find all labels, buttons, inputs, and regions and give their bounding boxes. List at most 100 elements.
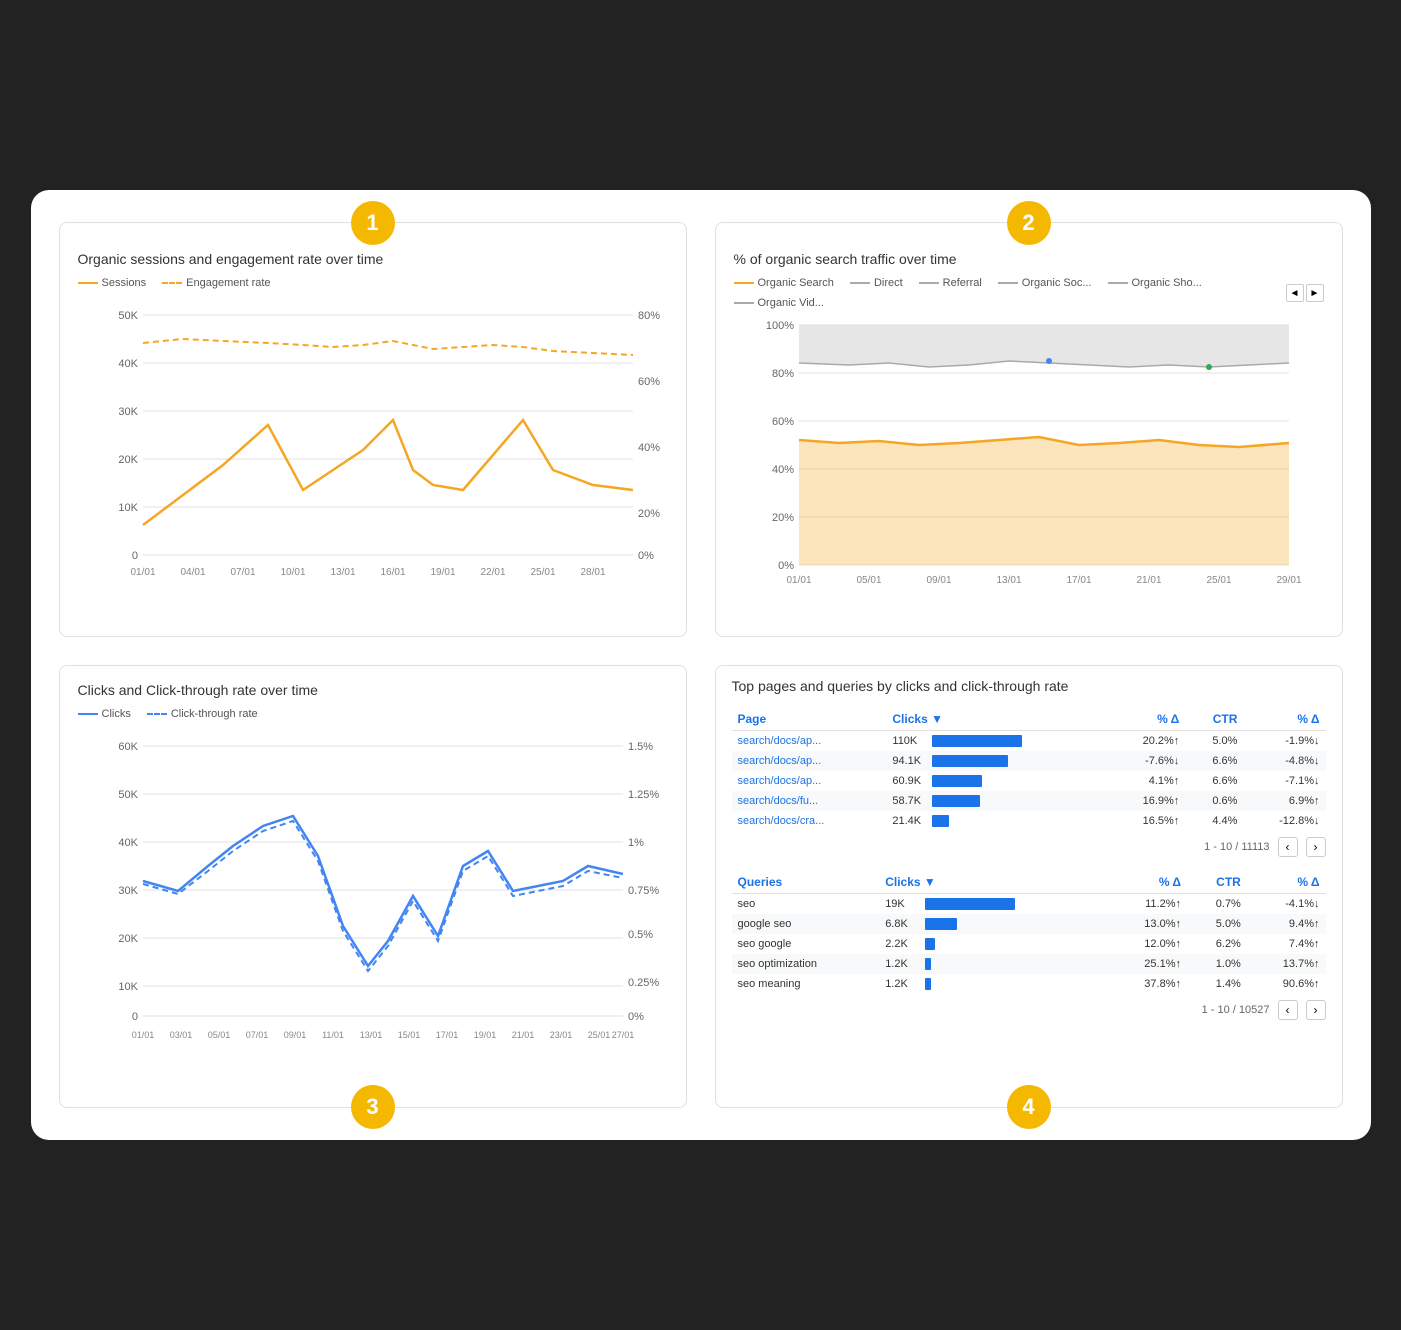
query-cell: google seo <box>732 914 880 934</box>
ctr-cell: 1.0% <box>1187 954 1247 974</box>
legend-clicks-label: Clicks <box>102 708 131 720</box>
svg-text:80%: 80% <box>638 310 660 322</box>
badge-2: 2 <box>1007 201 1051 245</box>
svg-text:0%: 0% <box>638 550 654 562</box>
svg-text:09/01: 09/01 <box>926 575 951 586</box>
organic-search-icon <box>734 282 754 284</box>
table-row: seo google 2.2K 12.0%↑ 6.2% 7.4%↑ <box>732 934 1326 954</box>
svg-text:1.5%: 1.5% <box>628 741 653 753</box>
ctr-cell: 6.6% <box>1185 751 1243 771</box>
svg-text:13/01: 13/01 <box>359 1030 382 1040</box>
legend-organic-search-label: Organic Search <box>758 277 834 289</box>
svg-text:04/01: 04/01 <box>180 567 205 578</box>
direct-icon <box>850 282 870 284</box>
legend-clicks: Clicks <box>78 708 131 720</box>
pct-delta-cell: -7.6%↓ <box>1109 751 1185 771</box>
svg-text:13/01: 13/01 <box>996 575 1021 586</box>
queries-prev-button[interactable]: ‹ <box>1278 1000 1298 1020</box>
ctr-cell: 6.6% <box>1185 771 1243 791</box>
ctr-delta-cell: -1.9%↓ <box>1243 731 1325 752</box>
card-3-legend: Clicks Click-through rate <box>78 708 668 720</box>
svg-text:27/01: 27/01 <box>611 1030 634 1040</box>
clicks-cell: 6.8K <box>879 914 1108 934</box>
ctr-delta-cell: -12.8%↓ <box>1243 811 1325 831</box>
chart-1-svg: 50K 40K 30K 20K 10K 0 80% 60% 40% 20% 0% <box>78 295 668 615</box>
clicks-cell: 2.2K <box>879 934 1108 954</box>
svg-text:21/01: 21/01 <box>1136 575 1161 586</box>
svg-text:10K: 10K <box>118 981 138 993</box>
pages-table: Page Clicks ▼ % Δ CTR % Δ search/docs/ap… <box>732 708 1326 831</box>
page-cell: search/docs/fu... <box>732 791 887 811</box>
pages-pagination: 1 - 10 / 11113 ‹ › <box>732 837 1326 857</box>
svg-text:22/01: 22/01 <box>480 567 505 578</box>
ctr-cell: 1.4% <box>1187 974 1247 994</box>
svg-text:11/01: 11/01 <box>322 1030 344 1040</box>
pages-col-clicks[interactable]: Clicks ▼ <box>886 708 1109 731</box>
legend-organic-soc: Organic Soc... <box>998 277 1092 289</box>
legend-organic-sho: Organic Sho... <box>1108 277 1202 289</box>
svg-text:0%: 0% <box>628 1011 644 1023</box>
legend-direct: Direct <box>850 277 903 289</box>
clicks-cell: 94.1K <box>886 751 1109 771</box>
card-2: 2 % of organic search traffic over time … <box>715 222 1343 637</box>
svg-text:0%: 0% <box>778 560 794 572</box>
page-cell: search/docs/ap... <box>732 751 887 771</box>
ctr-cell: 5.0% <box>1185 731 1243 752</box>
pages-prev-button[interactable]: ‹ <box>1278 837 1298 857</box>
query-cell: seo meaning <box>732 974 880 994</box>
chart-2-svg: 100% 80% 60% 40% 20% 0% 01/01 0 <box>734 315 1324 615</box>
table-row: search/docs/ap... 60.9K 4.1%↑ 6.6% -7.1%… <box>732 771 1326 791</box>
badge-1: 1 <box>351 201 395 245</box>
svg-text:16/01: 16/01 <box>380 567 405 578</box>
card-1: 1 Organic sessions and engagement rate o… <box>59 222 687 637</box>
ctr-delta-cell: 9.4%↑ <box>1247 914 1326 934</box>
legend-referral: Referral <box>919 277 982 289</box>
card-2-legend: Organic Search Direct Referral Organic S… <box>734 277 1286 309</box>
queries-col-clicks[interactable]: Clicks ▼ <box>879 871 1108 894</box>
ctr-cell: 4.4% <box>1185 811 1243 831</box>
card-3: 3 Clicks and Click-through rate over tim… <box>59 665 687 1108</box>
svg-text:50K: 50K <box>118 310 138 322</box>
ctr-delta-cell: -7.1%↓ <box>1243 771 1325 791</box>
pages-next-button[interactable]: › <box>1306 837 1326 857</box>
table-row: google seo 6.8K 13.0%↑ 5.0% 9.4%↑ <box>732 914 1326 934</box>
svg-text:07/01: 07/01 <box>245 1030 268 1040</box>
legend-prev-button[interactable]: ◄ <box>1286 284 1304 302</box>
card-1-title: Organic sessions and engagement rate ove… <box>78 251 668 267</box>
svg-text:10/01: 10/01 <box>280 567 305 578</box>
clicks-cell: 58.7K <box>886 791 1109 811</box>
badge-3: 3 <box>351 1085 395 1129</box>
svg-text:03/01: 03/01 <box>169 1030 192 1040</box>
pages-col-pct-delta: % Δ <box>1109 708 1185 731</box>
clicks-line-icon <box>78 713 98 715</box>
pages-col-ctr: CTR <box>1185 708 1243 731</box>
svg-text:40%: 40% <box>771 464 793 476</box>
clicks-cell: 21.4K <box>886 811 1109 831</box>
pct-delta-cell: 11.2%↑ <box>1108 894 1187 915</box>
queries-next-button[interactable]: › <box>1306 1000 1326 1020</box>
svg-text:05/01: 05/01 <box>856 575 881 586</box>
queries-pagination: 1 - 10 / 10527 ‹ › <box>732 1000 1326 1020</box>
legend-organic-sho-label: Organic Sho... <box>1132 277 1202 289</box>
legend-next-button[interactable]: ► <box>1306 284 1324 302</box>
card-2-chart: 100% 80% 60% 40% 20% 0% 01/01 0 <box>734 315 1324 620</box>
page-cell: search/docs/cra... <box>732 811 887 831</box>
legend-organic-vid-label: Organic Vid... <box>758 297 824 309</box>
table-row: search/docs/ap... 94.1K -7.6%↓ 6.6% -4.8… <box>732 751 1326 771</box>
ctr-cell: 0.7% <box>1187 894 1247 915</box>
svg-text:25/01: 25/01 <box>530 567 555 578</box>
query-cell: seo <box>732 894 880 915</box>
svg-text:05/01: 05/01 <box>207 1030 230 1040</box>
organic-soc-icon <box>998 282 1018 284</box>
svg-text:19/01: 19/01 <box>473 1030 496 1040</box>
svg-text:0: 0 <box>131 1011 137 1023</box>
pages-table-body: search/docs/ap... 110K 20.2%↑ 5.0% -1.9%… <box>732 731 1326 832</box>
table-row: seo meaning 1.2K 37.8%↑ 1.4% 90.6%↑ <box>732 974 1326 994</box>
pages-col-page: Page <box>732 708 887 731</box>
card-4-title: Top pages and queries by clicks and clic… <box>732 678 1326 694</box>
card-3-title: Clicks and Click-through rate over time <box>78 682 668 698</box>
legend-organic-vid: Organic Vid... <box>734 297 824 309</box>
svg-text:60%: 60% <box>771 416 793 428</box>
pct-delta-cell: 13.0%↑ <box>1108 914 1187 934</box>
svg-text:0: 0 <box>131 550 137 562</box>
